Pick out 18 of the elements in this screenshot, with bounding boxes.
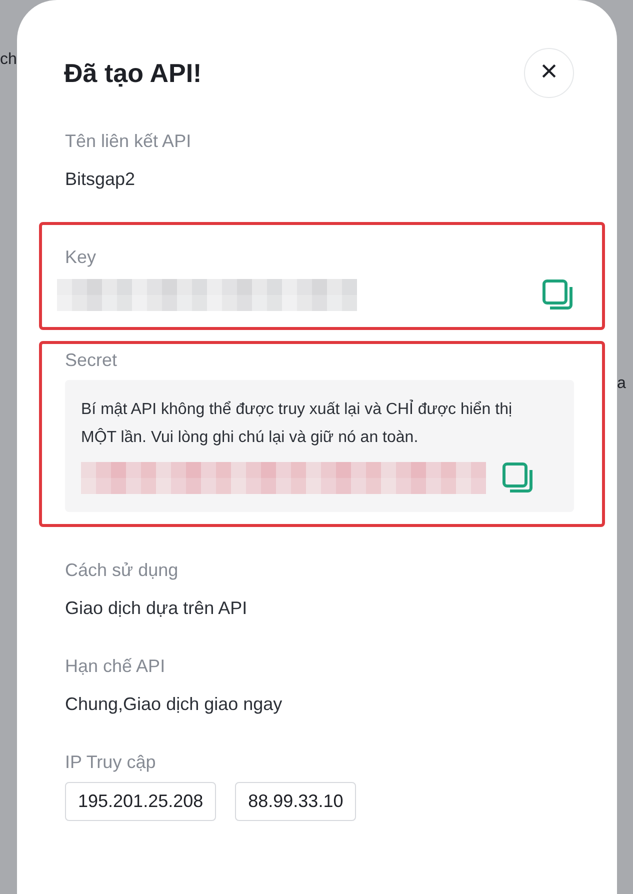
close-button[interactable]: × — [524, 48, 574, 98]
background-text: ch — [0, 50, 17, 70]
field-label: Tên liên kết API — [65, 130, 192, 153]
field-label: Secret — [65, 349, 118, 372]
background-text: a — [617, 374, 626, 394]
ip-chip: 88.99.33.10 — [235, 782, 356, 821]
field-value: Giao dịch dựa trên API — [65, 597, 248, 620]
dialog-title: Đã tạo API! — [64, 58, 202, 88]
field-label: Hạn chế API — [65, 655, 166, 678]
ip-chip: 195.201.25.208 — [65, 782, 216, 821]
field-label: Cách sử dụng — [65, 559, 180, 582]
copy-icon[interactable] — [502, 462, 534, 494]
field-label: IP Truy cập — [65, 751, 157, 774]
field-label: Key — [64, 246, 98, 269]
field-value: Chung,Giao dịch giao ngay — [65, 693, 284, 716]
copy-icon[interactable] — [542, 279, 574, 311]
field-value: Bitsgap2 — [65, 168, 136, 191]
secret-notice: Bí mật API không thể được truy xuất lại và CHỈ được hiển thị MỘT lần. Vui lòng ghi chú lại và giữ nó an toàn. — [81, 398, 514, 448]
